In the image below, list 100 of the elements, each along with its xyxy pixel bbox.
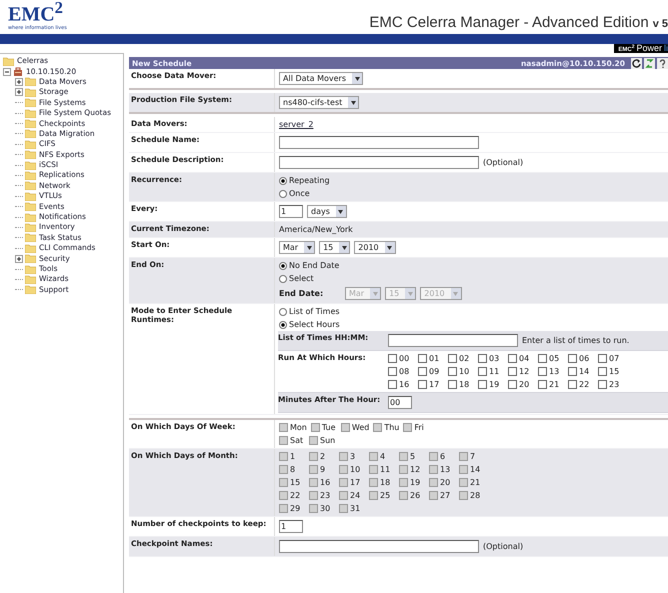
checkbox-label: 01 [429, 354, 440, 363]
folder-icon [25, 264, 36, 274]
folder-icon [25, 77, 36, 86]
caret-icon [387, 246, 392, 250]
checkbox[interactable] [448, 354, 457, 363]
checkbox[interactable] [598, 354, 607, 363]
checkbox-label: 28 [470, 491, 480, 500]
folder-icon [25, 160, 36, 170]
folder-icon [25, 212, 36, 222]
hint-text: (Optional) [483, 542, 524, 551]
checkbox-label: 10 [459, 367, 470, 376]
radio-label: Repeating [289, 176, 330, 185]
checkbox-label: 11 [380, 465, 390, 474]
input-field[interactable]: 1 [279, 520, 303, 533]
checkbox-label: 29 [290, 504, 300, 513]
help-icon[interactable] [657, 58, 668, 68]
arrows-icon[interactable] [644, 58, 655, 68]
checkbox[interactable] [418, 354, 427, 363]
caret-icon [354, 76, 360, 80]
checkbox[interactable] [568, 354, 577, 363]
folder-icon [25, 202, 36, 212]
checkbox-label: 19 [489, 380, 500, 389]
checkbox[interactable] [418, 367, 427, 376]
checkbox[interactable] [508, 380, 517, 389]
checkbox-label: 02 [459, 354, 470, 363]
dropdown[interactable]: 2010 [354, 241, 396, 254]
checkbox-label: 31 [350, 504, 360, 513]
checkbox[interactable] [568, 380, 577, 389]
radio-button[interactable] [279, 274, 287, 282]
checkbox[interactable] [538, 380, 547, 389]
folder-icon [25, 244, 36, 253]
checkbox-label: 06 [579, 354, 590, 363]
hint-text: Enter a list of times to run. [522, 336, 630, 345]
folder-icon [25, 170, 36, 180]
expand-icon[interactable] [15, 78, 23, 86]
checkbox[interactable] [388, 367, 397, 376]
radio-button[interactable] [279, 176, 287, 184]
input-field[interactable] [279, 156, 479, 169]
folder-icon [25, 285, 36, 294]
checkbox[interactable] [538, 354, 547, 363]
checkbox-label: 15 [290, 478, 300, 487]
hint-text: (Optional) [483, 158, 524, 167]
checkbox-label: 22 [579, 380, 590, 389]
checkbox[interactable] [418, 380, 427, 389]
input-field[interactable] [279, 136, 479, 149]
collapse-icon[interactable] [3, 68, 11, 76]
field-label: End Date: [279, 289, 324, 298]
checkbox-label: 12 [410, 465, 420, 474]
radio-button[interactable] [279, 308, 287, 316]
checkbox-label: Sun [320, 436, 336, 445]
radio-label: Select Hours [289, 320, 340, 329]
folder-icon [25, 108, 36, 118]
checkbox-label: 13 [549, 367, 560, 376]
folder-icon [25, 150, 36, 160]
checkbox[interactable] [508, 354, 517, 363]
checkbox[interactable] [598, 380, 607, 389]
expand-icon[interactable] [15, 88, 23, 96]
folder-icon [25, 192, 36, 201]
checkbox[interactable] [478, 354, 487, 363]
checkbox[interactable] [508, 367, 517, 376]
checkbox-label: 24 [350, 491, 360, 500]
checkbox-label: 21 [470, 478, 480, 487]
checkbox-label: 07 [609, 354, 620, 363]
radio-button[interactable] [279, 262, 287, 270]
checkbox[interactable] [448, 380, 457, 389]
caret-icon [306, 246, 312, 250]
input-field[interactable] [388, 334, 518, 347]
checkbox-label: 5 [410, 452, 416, 461]
checkbox-label: 20 [440, 478, 450, 487]
checkbox-label: Thu [384, 423, 400, 432]
checkbox-label: 6 [440, 452, 446, 461]
checkbox[interactable] [478, 380, 487, 389]
link[interactable]: server_2 [279, 120, 314, 129]
checkbox[interactable] [388, 354, 397, 363]
checkbox-label: Tue [322, 423, 336, 432]
folder-icon [25, 88, 36, 97]
checkbox[interactable] [568, 367, 577, 376]
input-field[interactable] [279, 540, 479, 553]
checkbox[interactable] [538, 367, 547, 376]
checkbox-label: Mon [290, 423, 307, 432]
checkbox[interactable] [478, 367, 487, 376]
dropdown[interactable]: days [307, 205, 347, 218]
dropdown[interactable]: 15 [319, 241, 350, 254]
checkbox[interactable] [388, 380, 397, 389]
dropdown[interactable]: ns480-cifs-test [279, 96, 360, 109]
checkbox-label: 18 [459, 380, 470, 389]
checkbox-label: 03 [489, 354, 500, 363]
dropdown[interactable]: Mar [279, 241, 316, 254]
input-field[interactable]: 00 [388, 396, 412, 409]
radio-button[interactable] [279, 320, 287, 328]
folder-icon [25, 119, 36, 128]
refresh-icon[interactable] [631, 58, 642, 68]
input-field[interactable]: 1 [279, 205, 303, 218]
expand-icon[interactable] [15, 254, 23, 263]
checkbox[interactable] [598, 367, 607, 376]
radio-button[interactable] [279, 190, 287, 198]
checkbox-label: 19 [410, 478, 420, 487]
checkbox[interactable] [448, 367, 457, 376]
dropdown[interactable]: All Data Movers [279, 72, 364, 85]
folder-icon [25, 181, 36, 190]
